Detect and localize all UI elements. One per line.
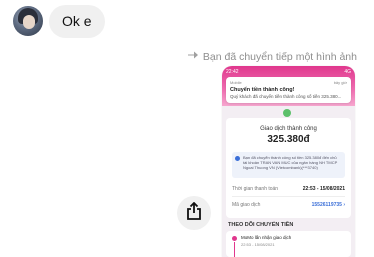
notification-app: Mobile (230, 80, 242, 85)
forward-notice: Bạn đã chuyển tiếp một hình ảnh (187, 50, 357, 63)
code-label: Mã giao dịch (232, 202, 261, 208)
notification-body: Quý khách đã chuyển tiền thành công số t… (230, 94, 342, 99)
message-bubble[interactable]: Ok e (49, 5, 105, 38)
transaction-status: Giao dịch thành công (260, 126, 317, 132)
time-label: Thời gian thanh toán (232, 186, 279, 192)
transaction-amount: 325.380đ (267, 134, 310, 145)
time-value: 22:53 - 15/08/2021 (302, 186, 345, 192)
time-row: Thời gian thanh toán 22:53 - 15/08/2021 (232, 186, 345, 192)
step-dot-icon (232, 236, 237, 241)
transaction-card: Giao dịch thành công 325.380đ Bạn đã chu… (226, 118, 351, 218)
step-label: MoMo lấn nhận giao dịch (241, 235, 292, 240)
phone-status-bar: 22:42 4G (226, 69, 351, 75)
forwarded-image[interactable]: 22:42 4G Mobile bây giờ Chuyển tiền thàn… (222, 66, 355, 257)
code-row: Mã giao dịch 15526119735 › (232, 202, 345, 208)
forward-notice-text: Bạn đã chuyển tiếp một hình ảnh (202, 50, 357, 63)
transaction-info-text: Bạn đã chuyển thành công số tiền 325.380… (243, 155, 338, 170)
transaction-info: Bạn đã chuyển thành công số tiền 325.380… (232, 152, 345, 178)
share-icon (186, 201, 202, 225)
step-time: 22:53 - 15/08/2021 (241, 242, 275, 247)
status-signal: 4G (344, 69, 351, 75)
share-button[interactable] (177, 196, 211, 230)
status-time: 22:42 (226, 69, 239, 75)
code-value: 15526119735 › (311, 202, 345, 208)
avatar-face (23, 15, 35, 29)
notification-title: Chuyển tiền thành công! (230, 87, 295, 93)
notification-time: bây giờ (333, 80, 347, 85)
step-line (234, 242, 235, 257)
success-check-icon (283, 109, 291, 117)
tracking-header: THEO DÕI CHUYỂN TIỀN (228, 222, 294, 228)
image-header: 22:42 4G Mobile bây giờ Chuyển tiền thàn… (222, 66, 355, 106)
push-notification: Mobile bây giờ Chuyển tiền thành công! Q… (226, 77, 351, 103)
forward-arrow-icon (187, 50, 199, 63)
sender-avatar[interactable] (13, 6, 43, 36)
info-icon (235, 156, 240, 161)
tracking-step: MoMo lấn nhận giao dịch 22:53 - 15/08/20… (226, 231, 351, 257)
row-divider (232, 196, 345, 197)
